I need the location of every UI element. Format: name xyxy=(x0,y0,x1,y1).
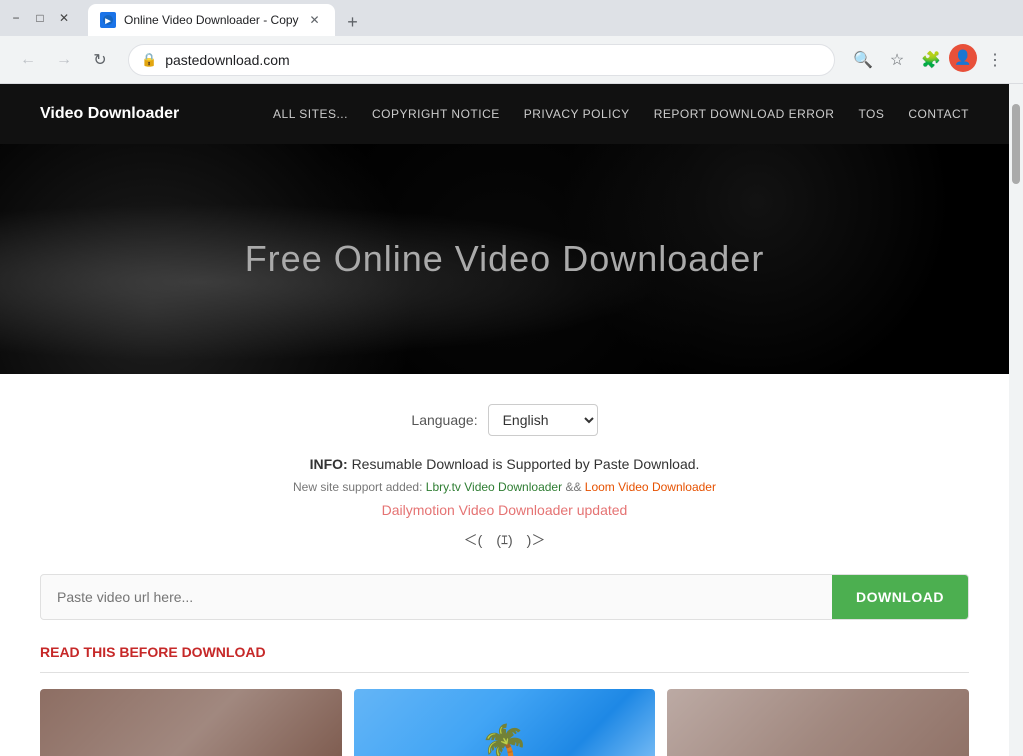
forward-button[interactable]: → xyxy=(48,44,80,76)
browser-frame: − □ ✕ ▶ Online Video Downloader - Copy ✕… xyxy=(0,0,1023,756)
minimize-button[interactable]: − xyxy=(8,10,24,26)
language-row: Language: English Spanish French German … xyxy=(40,404,969,436)
nav-contact[interactable]: CONTACT xyxy=(908,107,969,121)
thumbnail-2: 🌴 xyxy=(354,689,656,756)
lock-icon: 🔒 xyxy=(141,52,157,68)
nav-tos[interactable]: TOS xyxy=(858,107,884,121)
extensions-button[interactable]: 🧩 xyxy=(915,44,947,76)
hero-title: Free Online Video Downloader xyxy=(245,238,765,280)
close-button[interactable]: ✕ xyxy=(56,10,72,26)
tab-title: Online Video Downloader - Copy xyxy=(124,13,299,27)
url-input[interactable] xyxy=(41,575,832,619)
hero-section: Free Online Video Downloader xyxy=(0,144,1009,374)
loom-link[interactable]: Loom Video Downloader xyxy=(585,480,716,494)
nav-all-sites[interactable]: ALL SITES... xyxy=(273,107,348,121)
thumbnails-row: 🌴 xyxy=(40,689,969,756)
info-message: Resumable Download is Supported by Paste… xyxy=(352,456,700,472)
svg-text:▶: ▶ xyxy=(104,18,111,25)
toolbar-actions: 🔍 ☆ 🧩 👤 ⋮ xyxy=(847,44,1011,76)
site-wrapper: Video Downloader ALL SITES... COPYRIGHT … xyxy=(0,84,1023,756)
site-logo[interactable]: Video Downloader xyxy=(40,105,179,123)
download-button[interactable]: DOWNLOAD xyxy=(832,575,968,619)
download-area: DOWNLOAD xyxy=(40,574,969,620)
window-controls: − □ ✕ xyxy=(8,10,72,26)
search-button[interactable]: 🔍 xyxy=(847,44,879,76)
site-navigation: Video Downloader ALL SITES... COPYRIGHT … xyxy=(0,84,1009,144)
address-bar[interactable]: 🔒 pastedownload.com xyxy=(128,44,835,76)
new-sites-prefix: New site support added: xyxy=(293,480,422,494)
bookmark-button[interactable]: ☆ xyxy=(881,44,913,76)
tab-close-button[interactable]: ✕ xyxy=(307,12,323,28)
thumbnail-1 xyxy=(40,689,342,756)
reload-button[interactable]: ↻ xyxy=(84,44,116,76)
separator: && xyxy=(565,480,584,494)
active-tab[interactable]: ▶ Online Video Downloader - Copy ✕ xyxy=(88,4,335,36)
restore-button[interactable]: □ xyxy=(32,10,48,26)
thumbnail-3 xyxy=(667,689,969,756)
read-before-heading: READ THIS BEFORE DOWNLOAD xyxy=(40,644,969,673)
profile-button[interactable]: 👤 xyxy=(949,44,977,72)
browser-toolbar: ← → ↻ 🔒 pastedownload.com 🔍 ☆ 🧩 👤 ⋮ xyxy=(0,36,1023,84)
language-label: Language: xyxy=(411,412,477,428)
new-sites-text: New site support added: Lbry.tv Video Do… xyxy=(40,480,969,494)
back-button[interactable]: ← xyxy=(12,44,44,76)
nav-links: ALL SITES... COPYRIGHT NOTICE PRIVACY PO… xyxy=(273,105,969,123)
emoji-row: ＜( (ｴ) )＞ xyxy=(40,530,969,550)
tab-bar: ▶ Online Video Downloader - Copy ✕ + xyxy=(84,0,371,36)
scrollbar-thumb[interactable] xyxy=(1012,104,1020,184)
language-select[interactable]: English Spanish French German Chinese Ja… xyxy=(488,404,598,436)
info-section: INFO: Resumable Download is Supported by… xyxy=(40,456,969,550)
info-label: INFO: xyxy=(310,456,348,472)
dailymotion-text: Dailymotion Video Downloader updated xyxy=(40,502,969,518)
new-tab-button[interactable]: + xyxy=(339,8,367,36)
palm-icon: 🌴 xyxy=(480,722,530,756)
scrollbar[interactable] xyxy=(1009,84,1023,756)
url-display: pastedownload.com xyxy=(165,52,822,68)
nav-copyright[interactable]: COPYRIGHT NOTICE xyxy=(372,107,500,121)
nav-report[interactable]: REPORT DOWNLOAD ERROR xyxy=(654,107,835,121)
tab-favicon: ▶ xyxy=(100,12,116,28)
title-bar: − □ ✕ ▶ Online Video Downloader - Copy ✕… xyxy=(0,0,1023,36)
main-content: Language: English Spanish French German … xyxy=(0,374,1009,756)
info-text: INFO: Resumable Download is Supported by… xyxy=(40,456,969,472)
chrome-menu-button[interactable]: ⋮ xyxy=(979,44,1011,76)
lbry-link[interactable]: Lbry.tv Video Downloader xyxy=(426,480,562,494)
site-content: Video Downloader ALL SITES... COPYRIGHT … xyxy=(0,84,1009,756)
nav-privacy[interactable]: PRIVACY POLICY xyxy=(524,107,630,121)
